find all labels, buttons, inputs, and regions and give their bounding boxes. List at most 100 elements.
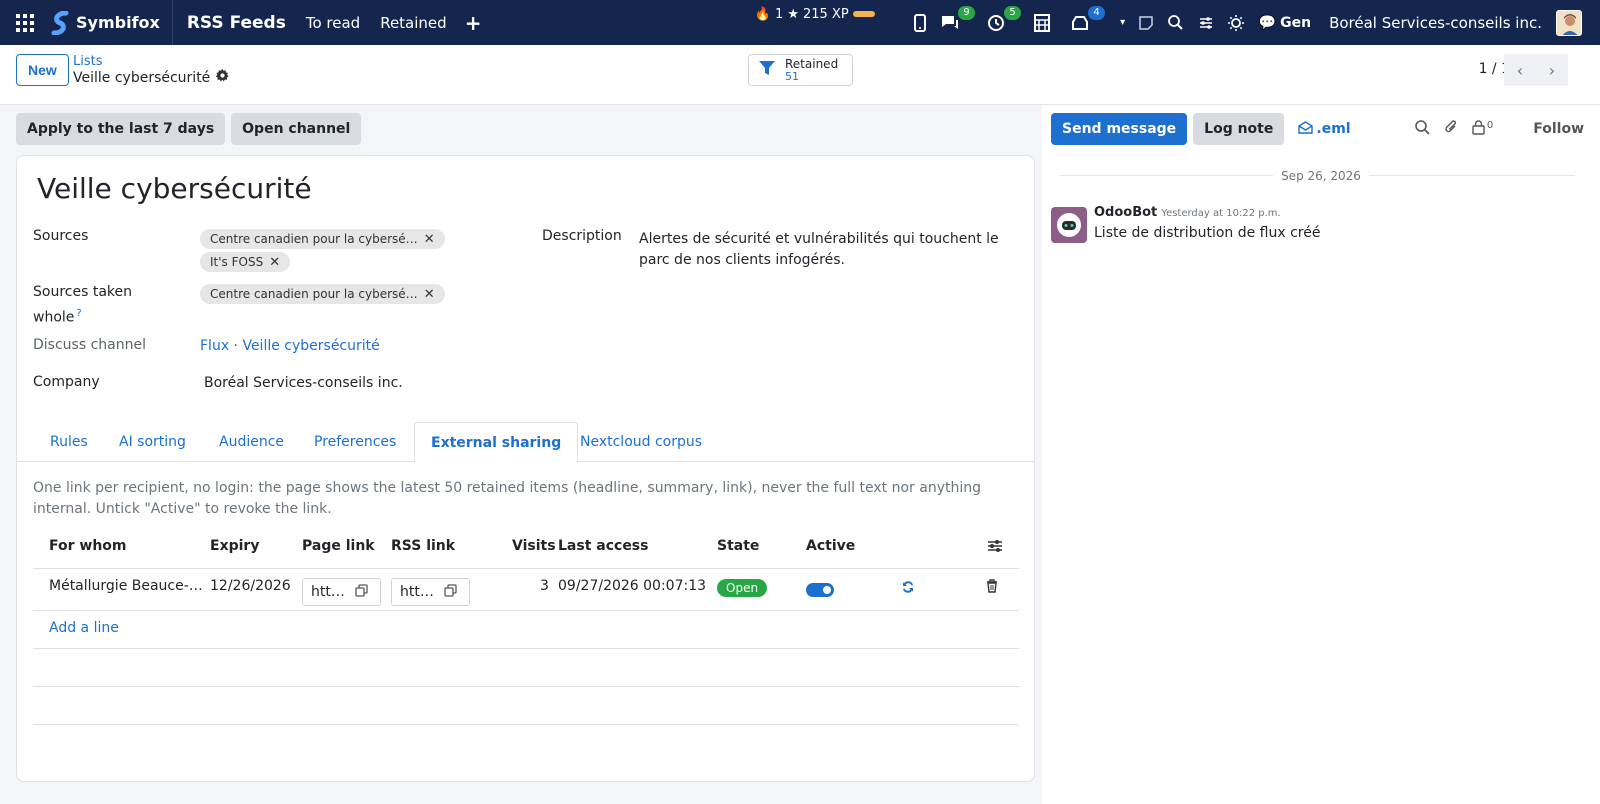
pager-next-icon[interactable]: › [1536,54,1568,86]
remove-tag-icon[interactable]: ✕ [424,287,435,302]
message-time: Yesterday at 10:22 p.m. [1161,208,1281,219]
company-switcher[interactable]: Boréal Services-conseils inc. [1329,14,1542,32]
brand-name: Symbifox [76,13,160,32]
calculator-icon[interactable] [1029,10,1055,36]
caret-down-icon[interactable]: ▾ [1117,10,1129,36]
breadcrumb: Lists Veille cybersécurité [73,54,229,86]
menu-retained[interactable]: Retained [380,14,446,32]
remove-tag-icon[interactable]: ✕ [269,255,280,270]
description-label: Description [542,228,622,244]
send-message-button[interactable]: Send message [1051,113,1188,145]
source-whole-tag-label: Centre canadien pour la cybersé… [210,287,418,301]
tab-nextcloud-corpus[interactable]: Nextcloud corpus [564,422,718,462]
breadcrumb-current: Veille cybersécurité [73,69,229,86]
activities-badge: 5 [1004,5,1021,20]
row-divider [33,724,1019,725]
state-badge: Open [717,579,768,597]
plus-icon[interactable]: + [465,11,482,35]
activities-icon[interactable]: 5 [983,5,1021,36]
sources-label: Sources [33,228,89,244]
remove-tag-icon[interactable]: ✕ [424,232,435,247]
apply-last-7-days-button[interactable]: Apply to the last 7 days [16,113,226,145]
col-page-link[interactable]: Page link [302,538,375,554]
col-for-whom[interactable]: For whom [49,538,127,554]
add-line-link[interactable]: Add a line [49,620,119,636]
gamification-stats[interactable]: 🔥 1 ★ 215 XP [755,7,875,22]
filter-count: 51 [785,69,799,83]
copy-icon[interactable] [355,583,368,601]
action-bar: Apply to the last 7 days Open channel [16,113,362,145]
tab-audience[interactable]: Audience [203,422,300,462]
col-state[interactable]: State [717,538,759,554]
row-divider [33,686,1019,687]
eml-button[interactable]: .eml [1298,120,1351,138]
mobile-icon[interactable] [907,10,933,36]
refresh-icon[interactable] [901,580,915,598]
log-note-button[interactable]: Log note [1193,113,1285,145]
sliders-icon[interactable] [1193,10,1219,36]
source-tag: It's FOSS ✕ [200,252,291,272]
open-channel-button[interactable]: Open channel [231,113,362,145]
col-visits[interactable]: Visits [512,538,556,554]
theme-sun-icon[interactable] [1223,10,1249,36]
apps-menu-icon[interactable] [0,0,50,45]
followers-button[interactable]: 0 [1472,120,1493,139]
odoobot-avatar[interactable] [1051,207,1087,243]
messages-icon[interactable]: 9 [937,5,975,36]
column-settings-icon[interactable] [987,539,1003,557]
page-link-value: htt… [311,584,345,600]
new-button[interactable]: New [16,54,69,86]
search-icon[interactable] [1163,10,1189,36]
chat-bubble-icon: 💬 [1258,14,1277,31]
gen-label: Gen [1280,14,1312,31]
record-title[interactable]: Veille cybersécurité [37,172,312,205]
star-icon: ★ [787,6,799,22]
header-divider [33,568,1019,569]
trash-icon[interactable] [986,579,998,597]
tab-ai-sorting[interactable]: AI sorting [103,422,202,462]
company-value[interactable]: Boréal Services-conseils inc. [204,375,403,391]
brand-logo-icon [51,10,69,35]
funnel-icon [759,60,775,80]
source-tag-label: It's FOSS [210,255,264,269]
notebook-tabs: Rules AI sorting Audience Preferences Ex… [17,422,1034,463]
company-label: Company [33,374,100,390]
top-navbar: Symbifox RSS Feeds To read Retained + 🔥 … [0,0,1600,45]
note-icon[interactable] [1133,10,1159,36]
message-author: OdooBot Yesterday at 10:22 p.m. [1094,205,1281,220]
description-value[interactable]: Alertes de sécurité et vulnérabilités qu… [639,229,999,271]
envelope-icon [1298,120,1314,138]
brand[interactable]: Symbifox [50,0,173,45]
search-icon[interactable] [1415,119,1430,139]
tab-preferences[interactable]: Preferences [298,422,412,462]
tab-external-sharing[interactable]: External sharing [414,422,579,463]
col-last-access[interactable]: Last access [558,538,648,554]
eml-label: .eml [1316,121,1351,137]
col-rss-link[interactable]: RSS link [391,538,455,554]
follow-button[interactable]: Follow [1533,121,1584,137]
sharing-intro: One link per recipient, no login: the pa… [33,480,982,517]
page-link-field[interactable]: htt… [302,578,381,606]
col-active[interactable]: Active [806,538,855,554]
breadcrumb-parent[interactable]: Lists [73,54,229,69]
help-icon[interactable]: ? [76,308,81,319]
sources-whole-label: Sources taken whole? [33,284,132,326]
user-avatar[interactable] [1556,9,1582,36]
app-title[interactable]: RSS Feeds [187,13,286,33]
retained-filter[interactable]: Retained 51 [748,54,853,86]
col-expiry[interactable]: Expiry [210,538,259,554]
gear-icon[interactable] [216,69,229,86]
cell-for-whom[interactable]: Métallurgie Beauce-… [49,578,203,594]
paperclip-icon[interactable] [1444,119,1458,139]
menu-to-read[interactable]: To read [306,14,360,32]
pager-previous-icon[interactable]: ‹ [1504,54,1536,86]
row-divider [33,610,1019,611]
gen-assistant-button[interactable]: 💬 Gen [1259,15,1311,31]
active-toggle[interactable] [806,583,834,597]
discuss-channel-link[interactable]: Flux · Veille cybersécurité [200,338,380,354]
tab-rules[interactable]: Rules [34,422,104,462]
copy-icon[interactable] [444,583,457,601]
cell-expiry[interactable]: 12/26/2026 [210,578,291,594]
notifications-icon[interactable]: 4 [1067,5,1105,36]
rss-link-field[interactable]: htt… [391,578,470,606]
